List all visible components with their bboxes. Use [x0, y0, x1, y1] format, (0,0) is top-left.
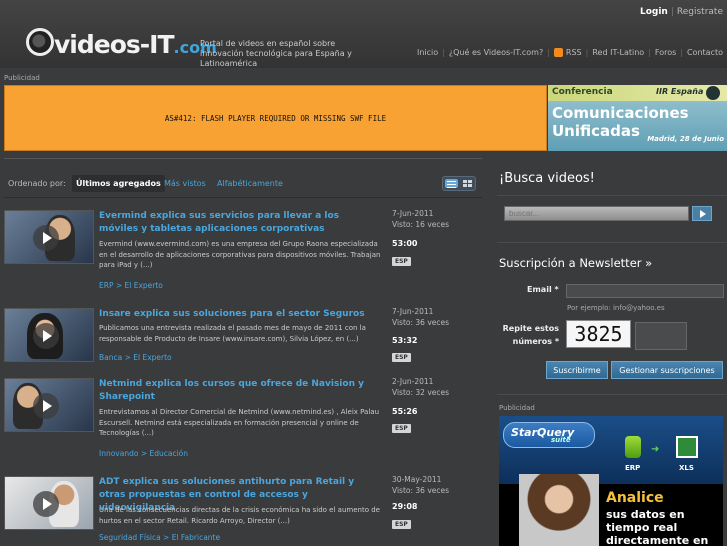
- ad-brand: IIR España: [656, 87, 704, 96]
- video-category[interactable]: ERP > El Experto: [99, 281, 163, 290]
- ad-label: Publicidad: [4, 74, 40, 82]
- divider: [497, 394, 727, 395]
- language-badge: ESP: [392, 353, 411, 362]
- video-description: Evermind (www.evermind.com) es una empre…: [99, 240, 381, 269]
- main-nav: Inicio | ¿Qué es Videos-IT.com? | RSS | Red…: [416, 48, 723, 57]
- video-category[interactable]: Banca > El Experto: [99, 353, 172, 362]
- brand-seal-icon: [706, 86, 720, 100]
- language-badge: ESP: [392, 257, 411, 266]
- register-link[interactable]: Registrate: [677, 7, 723, 17]
- sort-latest-tab[interactable]: Últimos agregados: [72, 175, 165, 192]
- rss-icon[interactable]: [553, 48, 563, 57]
- video-meta: 7-Jun-2011 Visto: 16 veces: [392, 209, 450, 229]
- account-links: Login | Registrate: [639, 7, 723, 17]
- search-input[interactable]: [504, 206, 689, 221]
- email-label: Email *: [527, 285, 559, 294]
- sort-label: Ordenado por:: [8, 179, 66, 188]
- video-thumbnail[interactable]: [4, 210, 94, 264]
- video-duration: 29:08: [392, 502, 418, 511]
- nav-foros[interactable]: Foros: [655, 48, 676, 57]
- search-button[interactable]: [692, 206, 712, 221]
- arrow-right-icon: ➜: [651, 444, 660, 455]
- database-icon: [625, 436, 641, 458]
- video-title[interactable]: Evermind explica sus servicios para llev…: [99, 210, 379, 236]
- nav-rss[interactable]: RSS: [566, 48, 582, 57]
- video-description: Una de las consecuencias directas de la …: [99, 506, 380, 525]
- search-title: ¡Busca videos!: [499, 171, 595, 186]
- sort-alphabetical-tab[interactable]: Alfabéticamente: [217, 179, 283, 188]
- flash-ad-placeholder[interactable]: AS#412: FLASH PLAYER REQUIRED OR MISSING…: [4, 85, 547, 151]
- video-category[interactable]: Seguridad Física > El Fabricante: [99, 533, 220, 542]
- video-title[interactable]: Insare explica sus soluciones para el se…: [99, 308, 379, 321]
- sort-bar: Ordenado por: Últimos agregados Más vist…: [4, 173, 482, 193]
- play-icon[interactable]: [33, 393, 59, 419]
- header: videos-IT.com Portal de videos en españo…: [0, 0, 727, 68]
- logo-icon[interactable]: [26, 28, 54, 56]
- video-description: Publicamos una entrevista realizada el p…: [99, 324, 366, 343]
- divider: [4, 197, 482, 198]
- email-hint: Por ejemplo: info@yahoo.es: [567, 304, 665, 312]
- sort-most-viewed-tab[interactable]: Más vistos: [164, 179, 206, 188]
- excel-icon: [676, 436, 698, 458]
- video-meta: 2-Jun-2011 Visto: 32 veces: [392, 377, 450, 397]
- divider: [497, 242, 727, 243]
- nav-red-it-latino[interactable]: Red IT-Latino: [592, 48, 644, 57]
- captcha-label: Repite estos números *: [502, 324, 559, 346]
- ad-label: Publicidad: [499, 404, 535, 412]
- play-icon[interactable]: [33, 323, 59, 349]
- video-duration: 55:26: [392, 407, 418, 416]
- video-duration: 53:32: [392, 336, 418, 345]
- divider: [497, 195, 727, 196]
- video-category[interactable]: Innovando > Educación: [99, 449, 188, 458]
- login-link[interactable]: Login: [640, 7, 668, 17]
- subscribe-button[interactable]: Suscribirme: [546, 361, 608, 379]
- side-banner-ad[interactable]: StarQuery suite ➜ ERP XLS Analice sus dat…: [499, 416, 723, 546]
- video-description: Entrevistamos al Director Comercial de N…: [99, 408, 380, 437]
- list-view-icon[interactable]: [445, 179, 458, 188]
- logo[interactable]: videos-IT.com: [54, 30, 217, 59]
- video-meta: 7-Jun-2011 Visto: 36 veces: [392, 307, 450, 327]
- language-badge: ESP: [392, 424, 411, 433]
- play-icon[interactable]: [33, 225, 59, 251]
- captcha-image: 3825: [566, 320, 631, 348]
- view-toggle: [442, 176, 476, 191]
- video-thumbnail[interactable]: [4, 378, 94, 432]
- video-title[interactable]: Netmind explica los cursos que ofrece de…: [99, 378, 379, 404]
- email-field[interactable]: [566, 284, 724, 298]
- manage-subscriptions-button[interactable]: Gestionar suscripciones: [611, 361, 723, 379]
- play-icon[interactable]: [33, 491, 59, 517]
- nav-contacto[interactable]: Contacto: [687, 48, 723, 57]
- tagline: Portal de videos en español sobre innova…: [200, 39, 352, 68]
- ad-product-logo: StarQuery suite: [503, 422, 595, 448]
- newsletter-title[interactable]: Suscripción a Newsletter »: [499, 256, 652, 270]
- ad-model-image: [519, 474, 599, 546]
- top-banner-ad[interactable]: Conferencia IIR España Comunicaciones Un…: [548, 85, 727, 151]
- nav-que-es[interactable]: ¿Qué es Videos-IT.com?: [449, 48, 543, 57]
- captcha-input[interactable]: [635, 322, 687, 350]
- video-thumbnail[interactable]: [4, 308, 94, 362]
- grid-view-icon[interactable]: [460, 179, 473, 188]
- language-badge: ESP: [392, 520, 411, 529]
- video-duration: 53:00: [392, 239, 418, 248]
- nav-inicio[interactable]: Inicio: [417, 48, 438, 57]
- divider: [4, 158, 482, 159]
- video-thumbnail[interactable]: [4, 476, 94, 530]
- video-meta: 30-May-2011 Visto: 36 veces: [392, 475, 450, 495]
